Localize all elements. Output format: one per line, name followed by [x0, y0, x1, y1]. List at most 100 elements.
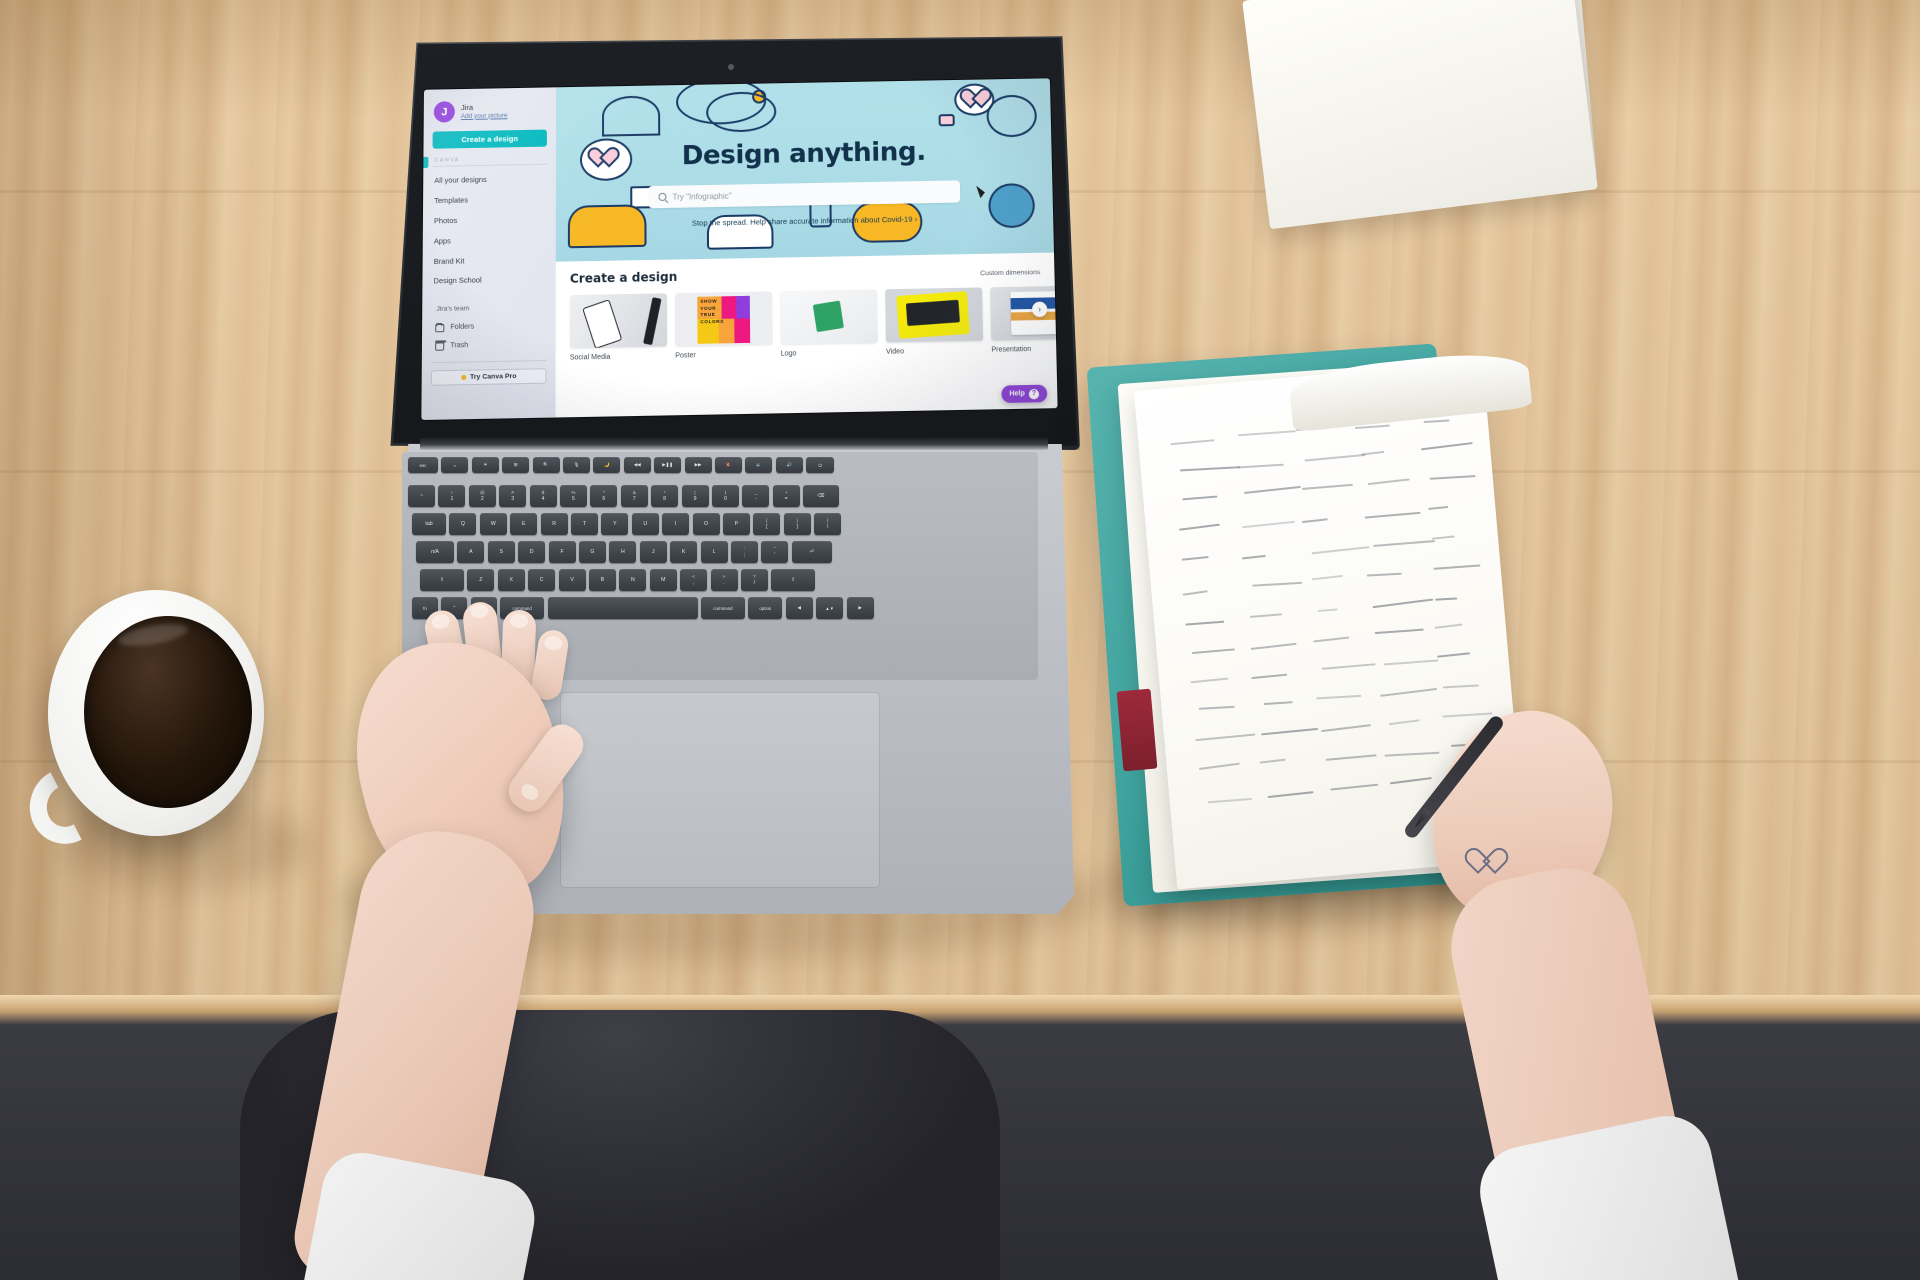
key-(-9[interactable]: (9: [682, 485, 709, 507]
key-option[interactable]: option: [748, 597, 782, 619]
key-f[interactable]: F: [549, 541, 576, 563]
key-y[interactable]: Y: [601, 513, 628, 535]
key->-.[interactable]: >.: [711, 569, 738, 591]
key-h[interactable]: H: [609, 541, 636, 563]
key-⌫[interactable]: ⌫: [803, 485, 839, 507]
key-g[interactable]: G: [579, 541, 606, 563]
create-a-design-button[interactable]: Create a design: [433, 130, 547, 149]
key-)-0[interactable]: ) 0: [712, 485, 739, 507]
key-?-/[interactable]: ? /: [741, 569, 768, 591]
keyboard-row-function[interactable]: esc ☼ ☀ ⊞ 🔍 🎙 🌙 ◀◀ ▶❚❚ ▶▶ 🔇 🔉 🔊 ⏻: [408, 457, 834, 473]
key-~[interactable]: ~: [408, 485, 435, 507]
key-i[interactable]: I: [662, 513, 689, 535]
key-#-3[interactable]: #3: [499, 485, 526, 507]
key-o[interactable]: O: [693, 513, 720, 535]
key-t[interactable]: T: [571, 513, 598, 535]
keyboard-row-home[interactable]: n/A A S D F G H J K L:; " ' ⏎: [416, 541, 832, 563]
card-video[interactable]: Video: [885, 287, 983, 355]
card-presentation[interactable]: Presentation: [990, 286, 1058, 354]
sidebar-item-trash[interactable]: Trash: [435, 335, 556, 356]
key-▶❚❚[interactable]: ▶❚❚: [654, 457, 681, 473]
key-<-,[interactable]: <,: [680, 569, 707, 591]
key-d[interactable]: D: [518, 541, 545, 563]
sidebar-item-photos[interactable]: Photos: [434, 209, 556, 231]
key-◀◀[interactable]: ◀◀: [624, 457, 651, 473]
key-m[interactable]: M: [650, 569, 677, 591]
key-c[interactable]: C: [528, 569, 555, 591]
help-button[interactable]: Help ?: [1001, 385, 1047, 403]
key-⏎[interactable]: ⏎: [792, 541, 832, 563]
sidebar-item-design-school[interactable]: Design School: [433, 269, 555, 291]
sidebar-item-apps[interactable]: Apps: [434, 229, 556, 251]
key-k[interactable]: K: [670, 541, 697, 563]
key-⊞[interactable]: ⊞: [502, 457, 529, 473]
key-s[interactable]: S: [488, 541, 515, 563]
sidebar-item-brand-kit[interactable]: Brand Kit: [434, 249, 556, 271]
key-e[interactable]: E: [510, 513, 537, 535]
try-canva-pro-button[interactable]: Try Canva Pro: [431, 368, 547, 386]
key-🔍[interactable]: 🔍: [533, 457, 560, 473]
key-b[interactable]: B: [589, 569, 616, 591]
key-▶▶[interactable]: ▶▶: [685, 457, 712, 473]
key-🌙[interactable]: 🌙: [593, 457, 620, 473]
key-n[interactable]: N: [619, 569, 646, 591]
handwriting-line: [1421, 442, 1473, 450]
key-◀[interactable]: ◀: [786, 597, 813, 619]
key-r[interactable]: R: [541, 513, 568, 535]
key-p[interactable]: P: [723, 513, 750, 535]
key-🔊[interactable]: 🔊: [776, 457, 803, 473]
sidebar-item-templates[interactable]: Templates: [434, 189, 556, 211]
key-⏻[interactable]: ⏻: [806, 457, 834, 473]
key-⇧[interactable]: ⇧: [420, 569, 464, 591]
key-q[interactable]: Q: [449, 513, 476, 535]
key-$-4[interactable]: $4: [530, 485, 557, 507]
card-poster[interactable]: SHOW YOUR TRUE COLORS Poster: [675, 291, 773, 359]
key-}-][interactable]: }]: [784, 513, 811, 535]
key-tab[interactable]: tab: [412, 513, 446, 535]
key-!-1[interactable]: ! 1: [438, 485, 465, 507]
key-&-7[interactable]: & 7: [621, 485, 648, 507]
keyboard-row-numbers[interactable]: ~! 1 @2 #3 $4% 5 ^ 6 & 7 * 8(9) 0 _ - + = ⌫: [408, 485, 839, 507]
sidebar-item-folders[interactable]: Folders: [435, 316, 556, 337]
key-{-[[interactable]: {[: [753, 513, 780, 535]
key-@-2[interactable]: @2: [469, 485, 496, 507]
key-🔉[interactable]: 🔉: [745, 457, 772, 473]
add-your-picture-link[interactable]: Add your picture: [461, 112, 508, 120]
key-_--[interactable]: _ -: [742, 485, 769, 507]
team-label[interactable]: Jira's team: [422, 289, 556, 319]
key-l[interactable]: L: [701, 541, 728, 563]
key-a[interactable]: A: [457, 541, 484, 563]
keyboard-row-qwerty[interactable]: tab Q W E R T Y U I O P{[}] | \: [412, 513, 841, 535]
key-☀[interactable]: ☀: [472, 457, 499, 473]
search-input[interactable]: Try "Infographic": [672, 191, 731, 201]
key-▲▼[interactable]: ▲▼: [816, 597, 843, 619]
key-command[interactable]: command: [701, 597, 745, 619]
key-esc[interactable]: esc: [408, 457, 438, 473]
key-+-=[interactable]: + =: [773, 485, 800, 507]
key-"-'[interactable]: " ': [761, 541, 788, 563]
key-v[interactable]: V: [559, 569, 586, 591]
key-x[interactable]: X: [498, 569, 525, 591]
key-🔇[interactable]: 🔇: [715, 457, 742, 473]
key-n/a[interactable]: n/A: [416, 541, 454, 563]
key-j[interactable]: J: [640, 541, 667, 563]
key-▶[interactable]: ▶: [847, 597, 874, 619]
key-☼[interactable]: ☼: [441, 457, 468, 473]
key-%-5[interactable]: % 5: [560, 485, 587, 507]
key-z[interactable]: Z: [467, 569, 494, 591]
sidebar-item-all-your-designs[interactable]: All your designs: [434, 169, 556, 191]
key-u[interactable]: U: [632, 513, 659, 535]
key-|-\[interactable]: | \: [814, 513, 841, 535]
card-social-media[interactable]: Social Media: [570, 293, 667, 361]
key-*-8[interactable]: * 8: [651, 485, 678, 507]
card-logo[interactable]: Logo: [780, 289, 878, 357]
handwriting-line: [1368, 479, 1410, 485]
custom-dimensions-link[interactable]: Custom dimensions: [980, 269, 1040, 277]
key-:-;[interactable]: :;: [731, 541, 758, 563]
keyboard-row-bottom[interactable]: ⇧ Z X C V B N M <, >.? / ⇧: [420, 569, 815, 591]
key-^-6[interactable]: ^ 6: [590, 485, 617, 507]
key-🎙[interactable]: 🎙: [563, 457, 590, 473]
key-w[interactable]: W: [480, 513, 507, 535]
key-⇧[interactable]: ⇧: [771, 569, 815, 591]
profile-row[interactable]: J Jira Add your picture: [424, 97, 556, 122]
